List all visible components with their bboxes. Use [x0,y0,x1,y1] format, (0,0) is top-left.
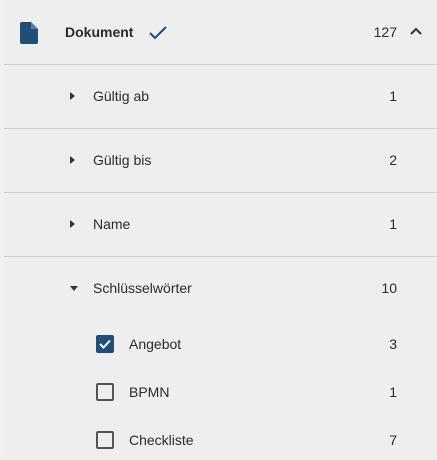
option-count: 3 [389,336,397,352]
option-count: 7 [389,432,397,448]
option-label: BPMN [129,384,170,400]
facet-label: Name [93,216,131,232]
facet-label: Schlüsselwörter [93,280,192,296]
caret-right-icon[interactable] [70,220,75,228]
check-icon [149,26,167,40]
filter-panel: Dokument 127 Gültig ab 1 Gültig bis 2 Na… [4,0,437,460]
facet-gueltig-bis[interactable]: Gültig bis 2 [4,128,437,192]
category-label: Dokument [65,24,134,40]
option-count: 1 [389,384,397,400]
caret-right-icon[interactable] [70,92,75,100]
option-checkliste[interactable]: Checkliste 7 [4,416,437,460]
option-bpmn[interactable]: BPMN 1 [4,368,437,416]
checkbox-checked[interactable] [96,335,114,353]
facet-name[interactable]: Name 1 [4,192,437,256]
checkbox[interactable] [96,383,114,401]
option-label: Checkliste [129,432,194,448]
facet-gueltig-ab[interactable]: Gültig ab 1 [4,64,437,128]
facet-schluesselwoerter[interactable]: Schlüsselwörter 10 [4,256,437,320]
facet-label: Gültig ab [93,88,150,104]
option-angebot[interactable]: Angebot 3 [4,320,437,368]
caret-right-icon[interactable] [70,156,75,164]
chevron-up-icon[interactable] [409,26,423,36]
category-header-dokument[interactable]: Dokument 127 [4,0,437,64]
facet-count: 1 [389,88,397,104]
checkbox[interactable] [96,431,114,449]
facet-label: Gültig bis [93,152,152,168]
option-label: Angebot [129,336,182,352]
category-count: 127 [373,24,397,40]
check-icon [99,339,111,349]
facet-count: 1 [389,216,397,232]
document-icon [20,22,38,44]
facet-count: 2 [389,152,397,168]
facet-count: 10 [381,280,397,296]
caret-down-icon[interactable] [70,286,78,291]
